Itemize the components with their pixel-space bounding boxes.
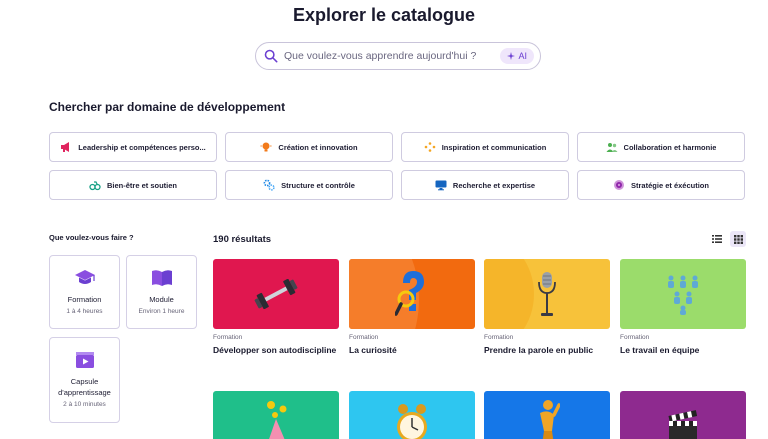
clapperboard-icon <box>668 410 698 439</box>
list-icon <box>712 235 722 243</box>
card-type: Formation <box>213 334 243 341</box>
filter-duration: 1 à 4 heures <box>66 308 103 315</box>
domain-recherche[interactable]: Recherche et expertise <box>401 170 569 200</box>
graduation-cap-icon <box>74 270 95 284</box>
card-thumbnail <box>349 259 475 329</box>
filters-title: Que voulez-vous faire ? <box>49 233 134 242</box>
dumbbell-icon <box>254 279 298 309</box>
domain-leadership[interactable]: Leadership et compétences perso... <box>49 132 217 162</box>
video-clip-icon <box>75 352 94 368</box>
ai-button[interactable]: AI <box>500 48 534 64</box>
card-thumbnail <box>213 259 339 329</box>
search-icon <box>264 49 278 63</box>
domain-strategie[interactable]: Stratégie et éxécution <box>577 170 745 200</box>
people-icon <box>606 143 618 152</box>
card-type: Formation <box>484 334 514 341</box>
search-bar[interactable]: AI <box>255 42 541 70</box>
domain-label: Stratégie et éxécution <box>631 180 709 190</box>
domain-label: Structure et contrôle <box>281 180 355 190</box>
domain-bien-etre[interactable]: Bien-être et soutien <box>49 170 217 200</box>
domain-label: Inspiration et communication <box>441 142 547 152</box>
domain-creation[interactable]: Création et innovation <box>225 132 393 162</box>
course-card[interactable] <box>213 391 339 439</box>
filter-formation[interactable]: Formation 1 à 4 heures <box>49 255 120 329</box>
course-card[interactable]: Formation Développer son autodiscipline <box>213 259 339 355</box>
course-card[interactable]: Formation Prendre la parole en public <box>484 259 610 355</box>
filter-name: Capsule d'apprentissage <box>58 377 111 397</box>
trophy-figure-icon <box>540 400 560 439</box>
course-card[interactable] <box>349 391 475 439</box>
lightbulb-icon <box>260 142 272 152</box>
domain-label: Bien-être et soutien <box>106 180 177 190</box>
sparkle-icon <box>507 52 516 60</box>
filter-name: Formation <box>67 295 102 304</box>
question-magnifier-icon <box>395 271 424 316</box>
card-thumbnail <box>484 259 610 329</box>
target-icon <box>614 180 625 190</box>
domains-title: Chercher par domaine de développement <box>49 100 286 114</box>
filter-capsule[interactable]: Capsule d'apprentissage 2 à 10 minutes <box>49 337 120 423</box>
card-type: Formation <box>620 334 650 341</box>
grid-icon <box>733 234 743 244</box>
card-title: Développer son autodiscipline <box>213 345 337 355</box>
grid-view-button[interactable] <box>730 231 746 247</box>
book-icon <box>151 270 172 286</box>
card-title: Prendre la parole en public <box>484 345 594 355</box>
card-title: La curiosité <box>349 345 397 355</box>
domain-label: Recherche et expertise <box>452 180 536 190</box>
course-card[interactable]: Formation La curiosité <box>349 259 475 355</box>
domain-grid: Leadership et compétences perso... Créat… <box>49 132 746 200</box>
course-card[interactable] <box>620 391 746 439</box>
filter-module[interactable]: Module Environ 1 heure <box>126 255 197 329</box>
scale-icon <box>89 181 101 191</box>
alarm-clock-icon <box>397 404 427 439</box>
gears-icon <box>263 179 275 191</box>
filter-name: Module <box>149 295 174 304</box>
results-count: 190 résultats <box>213 234 272 245</box>
card-type: Formation <box>349 334 379 341</box>
domain-inspiration[interactable]: Inspiration et communication <box>401 132 569 162</box>
domain-collaboration[interactable]: Collaboration et harmonie <box>577 132 745 162</box>
page-title: Explorer le catalogue <box>292 5 476 25</box>
sparkle-icon <box>424 142 436 152</box>
search-input[interactable] <box>284 50 501 62</box>
filter-duration: 2 à 10 minutes <box>63 401 106 408</box>
domain-label: Leadership et compétences perso... <box>78 142 206 152</box>
party-hat-icon <box>267 401 287 439</box>
domain-structure[interactable]: Structure et contrôle <box>225 170 393 200</box>
domain-label: Création et innovation <box>278 142 358 152</box>
domain-label: Collaboration et harmonie <box>623 142 717 152</box>
ai-label: AI <box>518 51 527 61</box>
list-view-button[interactable] <box>709 231 725 247</box>
megaphone-icon <box>61 142 70 152</box>
figures-icon <box>668 275 698 315</box>
monitor-icon <box>435 180 447 191</box>
microphone-icon <box>538 272 556 316</box>
card-thumbnail <box>620 259 746 329</box>
course-card[interactable] <box>484 391 610 439</box>
card-title: Le travail en équipe <box>620 345 700 355</box>
filter-duration: Environ 1 heure <box>138 308 185 315</box>
course-card[interactable]: Formation Le travail en équipe <box>620 259 746 355</box>
